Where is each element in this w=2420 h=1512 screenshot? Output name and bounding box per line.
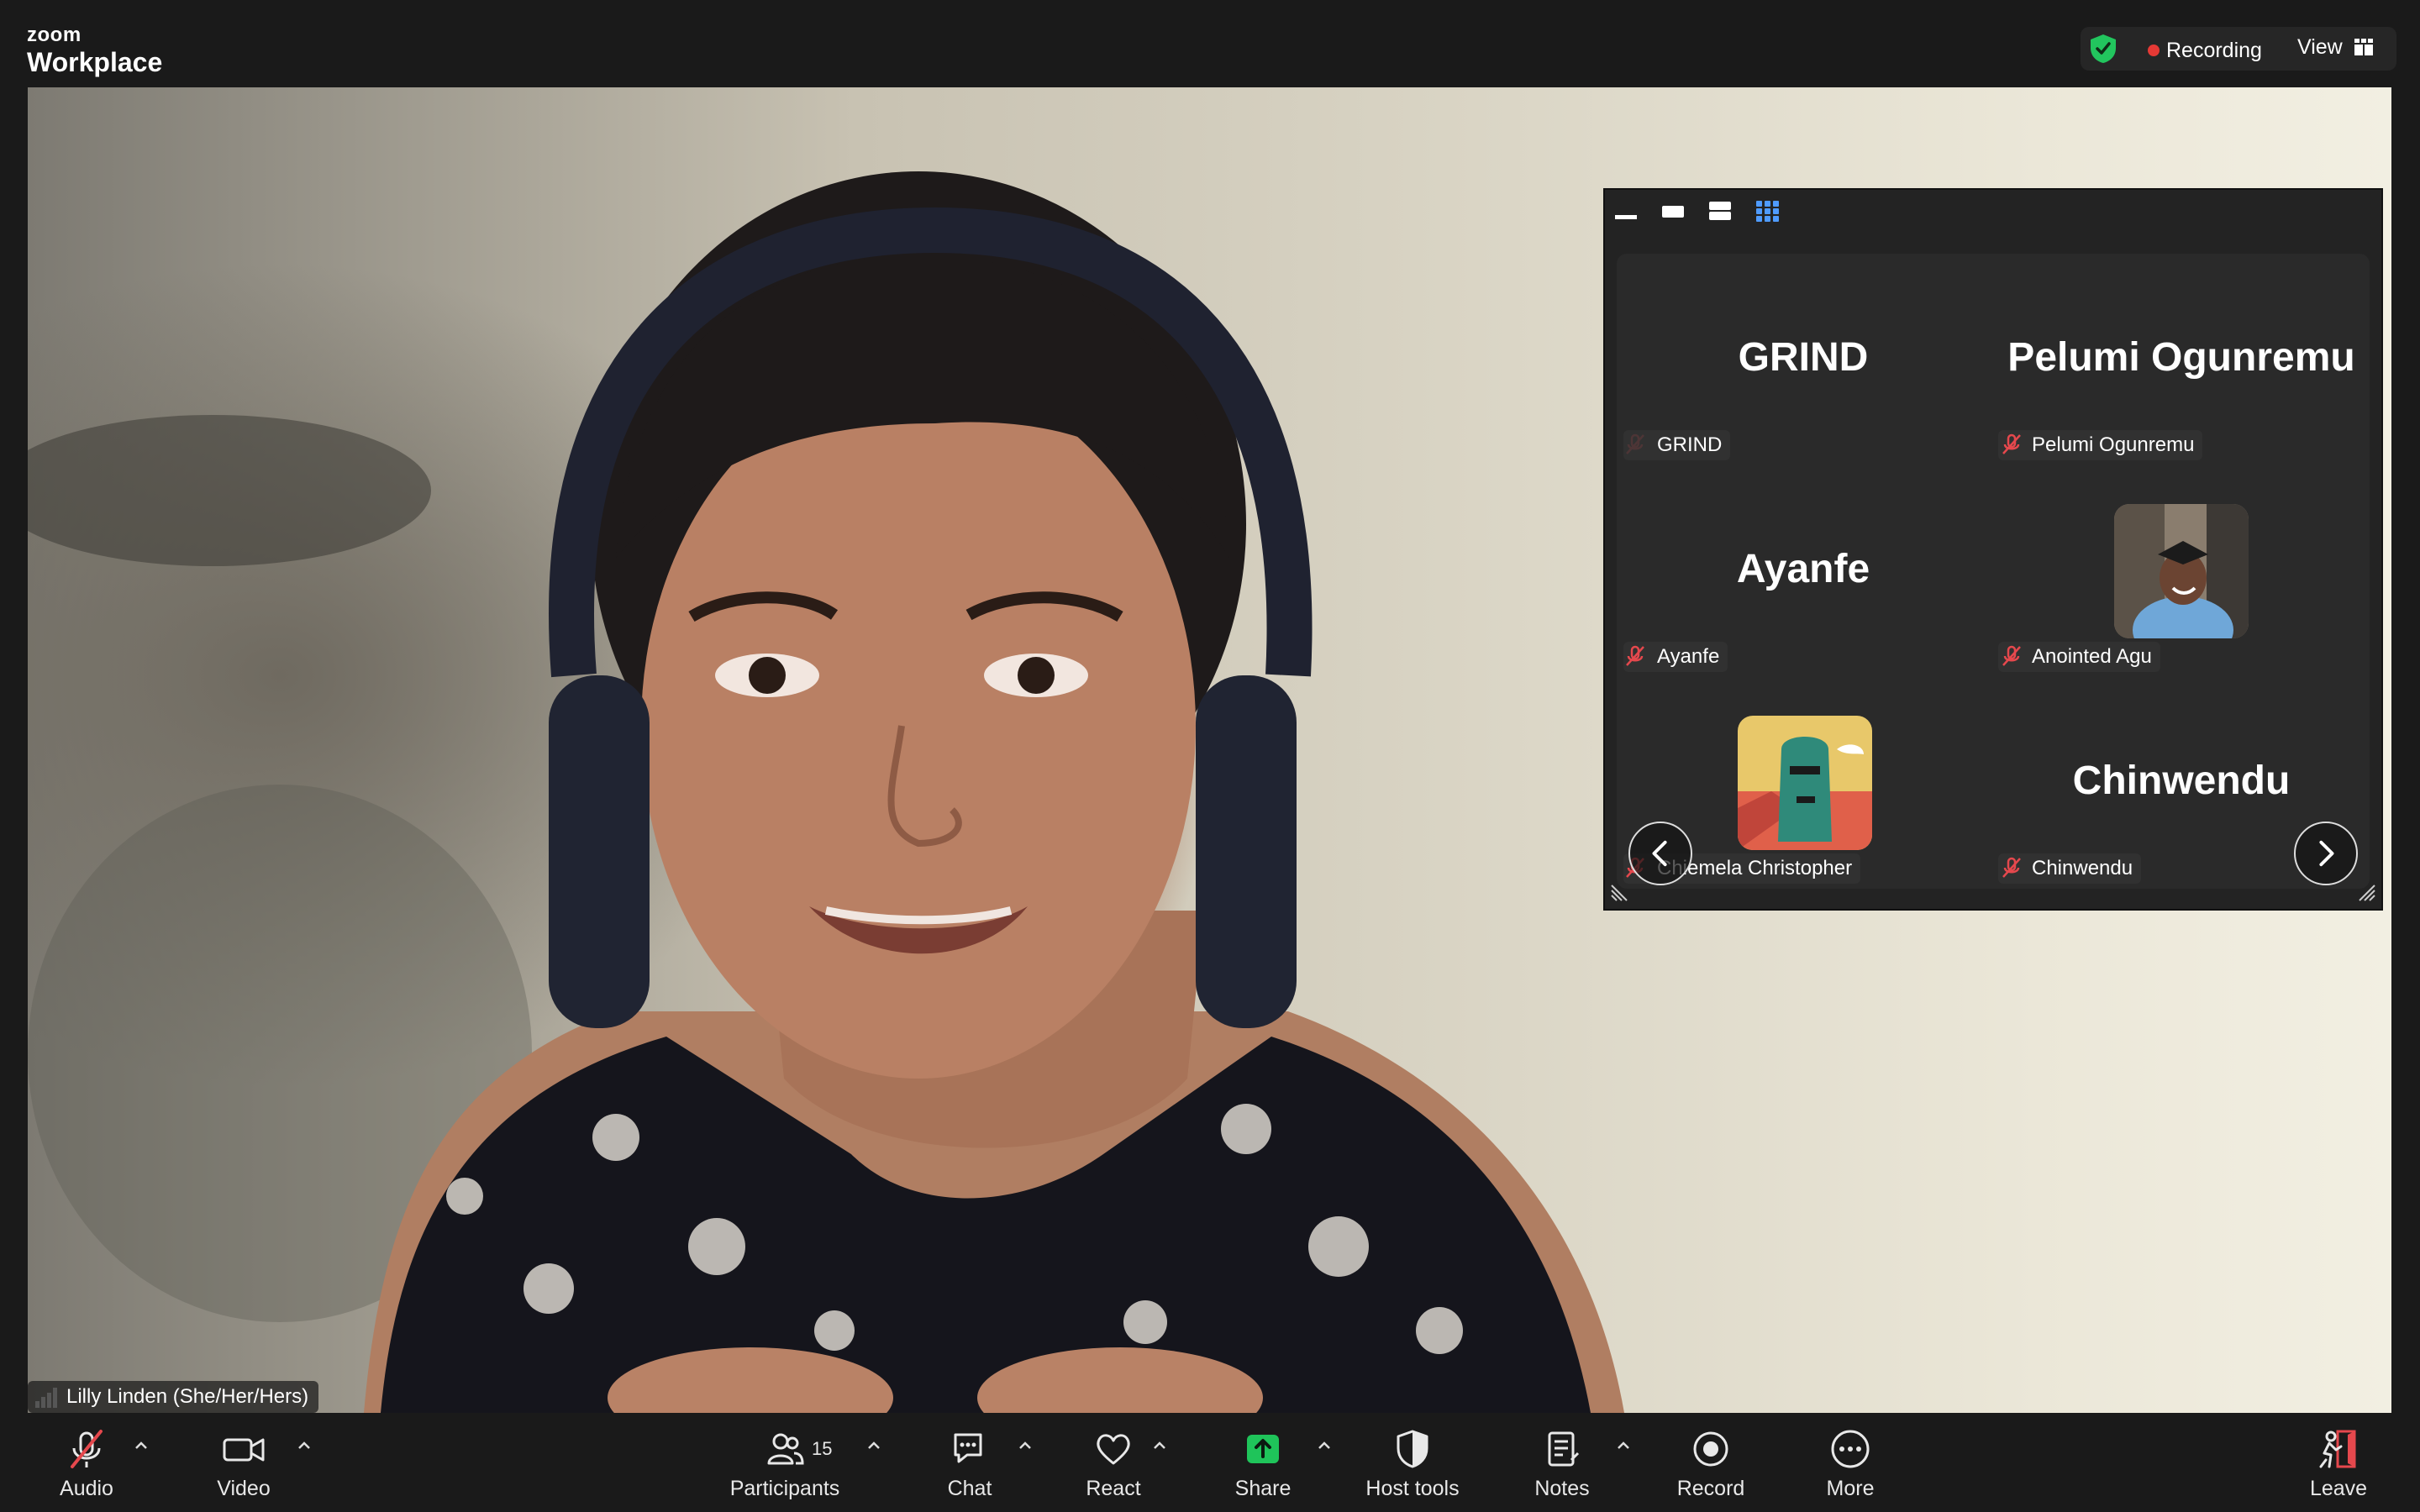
- participant-tile-name[interactable]: Pelumi Ogunremu: [1996, 334, 2366, 381]
- notes-label: Notes: [1534, 1477, 1590, 1500]
- react-options-chevron-icon[interactable]: [1151, 1440, 1168, 1452]
- record-icon: [1693, 1431, 1728, 1467]
- share-button[interactable]: Share: [1230, 1428, 1296, 1509]
- leave-meeting-icon: [2319, 1430, 2356, 1468]
- share-label: Share: [1234, 1477, 1292, 1500]
- audio-label: Audio: [60, 1477, 113, 1500]
- muted-mic-icon: [2002, 645, 2021, 666]
- top-bar: [0, 0, 2420, 87]
- participant-tile-name[interactable]: GRIND: [1618, 334, 1988, 381]
- record-button[interactable]: Record: [1676, 1428, 1746, 1509]
- notes-icon: [1548, 1431, 1580, 1467]
- participants-label: Participants: [729, 1477, 840, 1500]
- share-screen-icon: [1247, 1435, 1279, 1463]
- chat-button[interactable]: Chat: [939, 1428, 1000, 1509]
- muted-mic-icon: [2002, 857, 2021, 878]
- react-button[interactable]: React: [1081, 1428, 1146, 1509]
- record-label: Record: [1676, 1477, 1745, 1500]
- react-label: React: [1086, 1477, 1141, 1500]
- more-button[interactable]: More: [1818, 1428, 1882, 1509]
- grid-view-icon[interactable]: [2354, 39, 2373, 55]
- audio-options-chevron-icon[interactable]: [133, 1440, 150, 1452]
- muted-microphone-icon: [71, 1430, 103, 1468]
- participant-tile-name[interactable]: Ayanfe: [1618, 546, 1988, 592]
- participant-avatar[interactable]: [1738, 716, 1872, 850]
- participant-tile-label: Pelumi Ogunremu: [1998, 430, 2203, 460]
- participant-tile-label: GRIND: [1623, 430, 1731, 460]
- gallery-grid-view-icon[interactable]: [1756, 198, 1780, 223]
- participant-avatar[interactable]: [2114, 504, 2249, 638]
- participant-tile-label: Anointed Agu: [1998, 642, 2160, 672]
- zoom-workplace-logo: zoom Workplace: [27, 25, 162, 76]
- logo-zoom-text: zoom: [27, 24, 82, 46]
- host-tools-button[interactable]: Host tools: [1360, 1428, 1465, 1509]
- previous-page-button[interactable]: [1628, 822, 1692, 885]
- video-options-chevron-icon[interactable]: [296, 1440, 313, 1452]
- more-label: More: [1826, 1477, 1875, 1500]
- participants-count-badge: 15: [812, 1438, 833, 1459]
- view-button[interactable]: View: [2297, 35, 2343, 60]
- notes-button[interactable]: Notes: [1529, 1428, 1595, 1509]
- video-button[interactable]: Video: [210, 1428, 277, 1509]
- resize-handle-icon[interactable]: [2358, 884, 2376, 902]
- audio-button[interactable]: Audio: [50, 1428, 123, 1509]
- meeting-controls-toolbar: [0, 1413, 2420, 1512]
- leave-button[interactable]: Leave: [2302, 1428, 2375, 1509]
- muted-mic-icon: [1626, 645, 1644, 666]
- chat-bubble-icon: [954, 1433, 982, 1463]
- logo-workplace-text: Workplace: [27, 47, 163, 77]
- resize-handle-icon[interactable]: [1610, 884, 1628, 902]
- chat-label: Chat: [947, 1477, 992, 1500]
- participants-icon: [767, 1433, 804, 1465]
- share-options-chevron-icon[interactable]: [1316, 1440, 1333, 1452]
- recording-status[interactable]: Recording: [2166, 39, 2262, 63]
- speaker-view-icon[interactable]: [1662, 198, 1684, 223]
- video-camera-icon: [223, 1438, 265, 1462]
- muted-mic-icon: [2002, 433, 2021, 454]
- strip-view-icon[interactable]: [1709, 198, 1731, 223]
- notes-options-chevron-icon[interactable]: [1615, 1440, 1632, 1452]
- recording-dot-icon: [2148, 45, 2160, 56]
- host-shield-icon: [1397, 1430, 1428, 1468]
- host-tools-label: Host tools: [1365, 1477, 1460, 1500]
- speaker-name-tag: Lilly Linden (She/Her/Hers): [28, 1381, 319, 1413]
- participants-options-chevron-icon[interactable]: [865, 1440, 882, 1452]
- participant-tile-name[interactable]: Chinwendu: [1996, 758, 2366, 804]
- encryption-shield-icon[interactable]: [2089, 34, 2118, 64]
- video-label: Video: [217, 1477, 271, 1500]
- more-options-icon: [1831, 1430, 1870, 1468]
- leave-label: Leave: [2309, 1477, 2368, 1500]
- heart-icon: [1097, 1434, 1130, 1465]
- chat-options-chevron-icon[interactable]: [1017, 1440, 1034, 1452]
- next-page-button[interactable]: [2294, 822, 2358, 885]
- minimize-panel-icon[interactable]: [1615, 198, 1637, 223]
